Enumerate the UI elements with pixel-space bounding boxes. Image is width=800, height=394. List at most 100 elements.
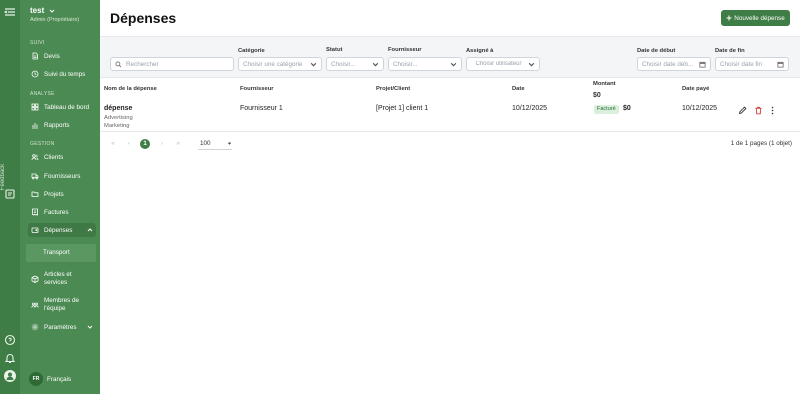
calendar-icon [699, 61, 706, 67]
sidebar-item-membres[interactable]: Membres de l'équipe [28, 296, 96, 314]
sidebar-item-label: Rapports [44, 121, 70, 129]
first-page-icon[interactable]: « [108, 139, 118, 149]
expense-date: 10/12/2025 [512, 105, 548, 112]
expense-paid-date: 10/12/2025 [682, 105, 718, 112]
column-header-supplier[interactable]: Fournisseur [240, 86, 274, 92]
table-row[interactable]: dépense Advertising Marketing Fournisseu… [100, 102, 800, 132]
per-page-select[interactable]: 100 [198, 138, 232, 150]
search-input[interactable]: Rechercher [110, 57, 234, 71]
pagination: « ‹ 1 › » 100 1 de 1 pages (1 objet) [100, 138, 800, 152]
assigned-filter-label: Assigné à [466, 48, 494, 54]
next-page-icon[interactable]: › [157, 139, 167, 149]
sidebar-item-label: Membres de l'équipe [44, 297, 79, 312]
icon-rail: Feedback [0, 0, 20, 394]
section-label-gestion: GESTION [30, 141, 55, 147]
column-header-amount[interactable]: Montant [593, 81, 616, 87]
sidebar-item-label: Articles et services [44, 271, 72, 286]
sidebar-item-projets[interactable]: Projets [28, 187, 96, 201]
workspace-switcher[interactable]: test Admin (Propriétaire) [30, 6, 79, 23]
status-select[interactable]: Choisir... [326, 57, 384, 71]
expense-name[interactable]: dépense [104, 105, 132, 112]
sidebar-item-label: Paramètres [44, 323, 77, 331]
assigned-placeholder: Choisir utilisateur [475, 60, 522, 67]
team-icon [31, 302, 39, 308]
sidebar-item-devis[interactable]: Devis [28, 49, 96, 63]
start-date-placeholder: Choisir date déb... [642, 60, 694, 68]
sidebar-item-tableau-de-bord[interactable]: Tableau de bord [28, 100, 96, 114]
category-select[interactable]: Choisir une catégorie [238, 57, 322, 71]
sidebar-item-clients[interactable]: Clients [28, 150, 96, 164]
chevron-down-icon [450, 62, 457, 66]
start-date-input[interactable]: Choisir date déb... [637, 57, 711, 71]
language-switcher[interactable]: FR Français [29, 372, 71, 386]
supplier-select[interactable]: Choisir... [388, 57, 462, 71]
column-header-name[interactable]: Nom de la dépense [104, 86, 157, 92]
plus-icon [726, 15, 732, 21]
status-placeholder: Choisir... [331, 60, 356, 68]
sidebar-item-label: Factures [44, 208, 69, 216]
workspace-role: Admin (Propriétaire) [30, 17, 80, 23]
page-title: Dépenses [110, 10, 177, 26]
collapse-sidebar-icon[interactable] [4, 6, 16, 18]
sidebar-item-rapports[interactable]: Rapports [28, 118, 96, 132]
user-avatar-icon[interactable] [4, 370, 16, 382]
truck-icon [31, 173, 39, 180]
notification-bell-icon[interactable] [4, 352, 16, 364]
help-icon[interactable] [4, 334, 16, 346]
calendar-icon [777, 61, 784, 67]
chevron-down-icon [372, 62, 379, 66]
sidebar-item-label: Fournisseurs [44, 172, 81, 180]
sidebar-item-articles-et-services[interactable]: Articles et services [28, 270, 96, 288]
sidebar-item-label: Dépenses [44, 226, 73, 234]
delete-icon[interactable] [754, 106, 763, 115]
new-expense-button[interactable]: Nouvelle dépense [721, 10, 790, 26]
more-options-icon[interactable] [768, 106, 777, 115]
prev-page-icon[interactable]: ‹ [124, 139, 134, 149]
gear-icon [31, 323, 39, 331]
expense-supplier: Fournisseur 1 [240, 105, 283, 112]
chart-icon [32, 123, 38, 129]
sidebar-item-factures[interactable]: Factures [28, 205, 96, 219]
search-placeholder: Rechercher [126, 60, 159, 68]
current-page[interactable]: 1 [140, 139, 150, 149]
status-badge: Facturé [594, 105, 619, 114]
feedback-label: Feedback [0, 163, 7, 191]
language-flag: FR [29, 372, 43, 386]
section-label-suivi: SUIVI [30, 40, 45, 46]
column-header-project[interactable]: Projet/Client [376, 86, 410, 92]
filter-bar: Rechercher Catégorie Choisir une catégor… [100, 36, 800, 78]
sidebar-item-parametres[interactable]: Paramètres [28, 320, 96, 334]
search-icon [115, 60, 122, 67]
sidebar-item-fournisseurs[interactable]: Fournisseurs [28, 169, 96, 183]
box-icon [31, 275, 39, 283]
chevron-down-icon [310, 62, 317, 66]
expense-tag: Marketing [104, 123, 130, 129]
chevron-down-icon [528, 62, 535, 66]
column-header-date[interactable]: Date [512, 86, 525, 92]
feedback-icon[interactable] [4, 188, 16, 200]
sidebar-subitem-transport[interactable]: Transport [26, 244, 96, 262]
end-date-input[interactable]: Choisir date fin [715, 57, 789, 71]
end-date-placeholder: Choisir date fin [720, 60, 762, 68]
expense-tag: Advertising [104, 115, 133, 121]
assigned-select[interactable]: Choisir utilisateur [466, 57, 540, 71]
sidebar-item-depenses[interactable]: Dépenses [28, 223, 96, 237]
sidebar-item-label: Tableau de bord [44, 103, 90, 111]
expense-project: [Projet 1] client 1 [376, 105, 429, 112]
edit-icon[interactable] [738, 106, 747, 115]
clock-icon [31, 70, 39, 78]
last-page-icon[interactable]: » [173, 139, 183, 149]
new-expense-label: Nouvelle dépense [734, 14, 785, 22]
sidebar-item-suivi-du-temps[interactable]: Suivi du temps [28, 67, 96, 81]
sidebar: test Admin (Propriétaire) SUIVI Devis Su… [20, 0, 100, 394]
invoice-icon [32, 208, 38, 216]
per-page-value: 100 [200, 140, 211, 147]
category-placeholder: Choisir une catégorie [243, 60, 303, 68]
page-info: 1 de 1 pages (1 objet) [730, 140, 792, 147]
main-content: Dépenses Nouvelle dépense Rechercher Cat… [100, 0, 800, 394]
column-header-paid-date[interactable]: Date payé [682, 86, 709, 92]
dashboard-icon [31, 103, 39, 111]
sidebar-item-label: Devis [44, 52, 60, 60]
sidebar-subitem-label: Transport [43, 249, 70, 256]
supplier-filter-label: Fournisseur [388, 47, 422, 53]
